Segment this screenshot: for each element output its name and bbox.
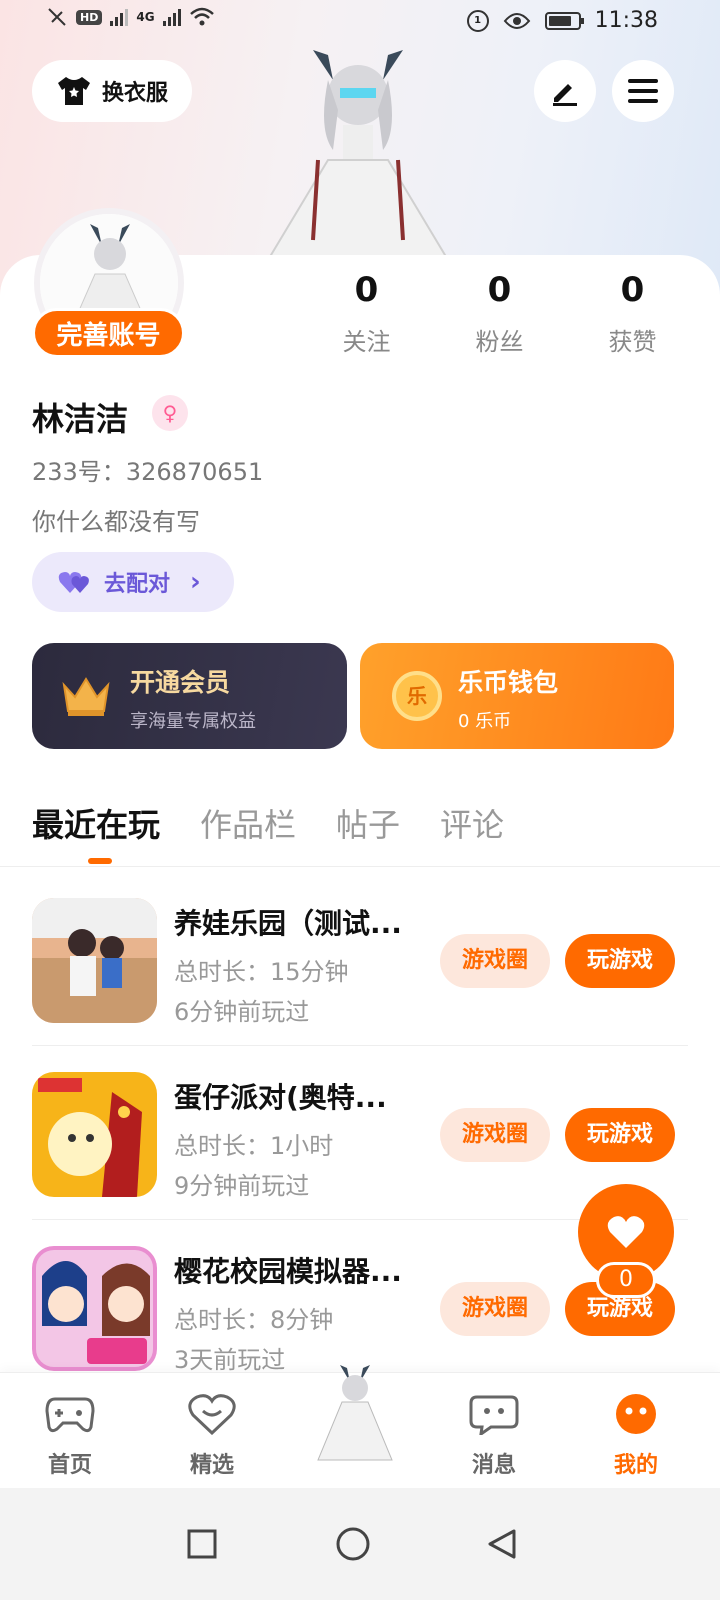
- tab-comments[interactable]: 评论: [440, 800, 504, 846]
- game-circle-button[interactable]: 游戏圈: [440, 934, 550, 988]
- vip-subtitle: 享海量专属权益: [130, 711, 256, 732]
- home-button[interactable]: [323, 1514, 383, 1574]
- game-last-played: 9分钟前玩过: [174, 1172, 310, 1200]
- game-thumbnail: [32, 1072, 157, 1197]
- gamepad-icon: [45, 1397, 95, 1433]
- game-duration: 总时长：1小时: [174, 1132, 334, 1160]
- likes-stat[interactable]: 0 获赞: [566, 270, 699, 357]
- eye-comfort-icon: [503, 12, 530, 29]
- square-icon: [187, 1529, 217, 1559]
- nav-featured[interactable]: 精选: [162, 1393, 262, 1479]
- match-button[interactable]: 去配对 ›: [32, 552, 234, 612]
- signal-icon-2: [162, 8, 181, 26]
- wallet-title: 乐币钱包: [458, 668, 559, 697]
- game-name: 樱花校园模拟器...: [174, 1255, 402, 1288]
- likes-count: 0: [620, 270, 645, 310]
- data-saver-icon: 1: [466, 9, 489, 32]
- triangle-back-icon: [488, 1529, 516, 1559]
- followers-stat[interactable]: 0 粉丝: [433, 270, 566, 357]
- avatar-character-image: [266, 50, 450, 260]
- game-duration: 总时长：8分钟: [174, 1306, 334, 1334]
- wallet-balance: 0 乐币: [458, 711, 512, 732]
- pencil-icon: [553, 84, 577, 106]
- game-circle-button[interactable]: 游戏圈: [440, 1282, 550, 1336]
- crown-icon: [62, 677, 110, 716]
- tshirt-icon: [57, 77, 90, 105]
- followers-label: 粉丝: [475, 328, 524, 356]
- play-game-button[interactable]: 玩游戏: [565, 934, 675, 988]
- game-name: 蛋仔派对(奥特...: [174, 1081, 387, 1114]
- content-tabs: 最近在玩 作品栏 帖子 评论: [32, 800, 504, 846]
- vip-title: 开通会员: [130, 668, 231, 697]
- circle-icon: [336, 1527, 370, 1561]
- list-item[interactable]: 蛋仔派对(奥特... 总时长：1小时 9分钟前玩过 游戏圈 玩游戏: [32, 1046, 688, 1220]
- tab-posts[interactable]: 帖子: [336, 800, 400, 846]
- vip-card[interactable]: 开通会员 享海量专属权益: [32, 643, 347, 749]
- game-last-played: 3天前玩过: [174, 1346, 286, 1374]
- nav-featured-label: 精选: [189, 1453, 234, 1478]
- active-tab-indicator: [88, 858, 112, 864]
- avatar-center-button[interactable]: [300, 1360, 410, 1470]
- following-stat[interactable]: 0 关注: [300, 270, 433, 357]
- heart-bubble-icon: [188, 1394, 236, 1436]
- coin-icon: 乐: [392, 671, 442, 721]
- edit-profile-button[interactable]: [534, 60, 596, 122]
- game-thumbnail: [32, 1246, 157, 1371]
- nav-messages[interactable]: 消息: [444, 1393, 544, 1479]
- nav-home-label: 首页: [47, 1453, 92, 1478]
- back-button[interactable]: [472, 1514, 532, 1574]
- game-last-played: 6分钟前玩过: [174, 998, 310, 1026]
- user-id: 233号：326870651: [32, 458, 264, 486]
- battery-icon: [544, 11, 584, 30]
- game-name: 养娃乐园（测试...: [174, 907, 402, 940]
- nav-me[interactable]: 我的: [586, 1393, 686, 1479]
- match-label: 去配对: [104, 572, 171, 597]
- recents-button[interactable]: [172, 1514, 232, 1574]
- game-duration: 总时长：15分钟: [174, 958, 349, 986]
- profile-stats: 0 关注 0 粉丝 0 获赞: [300, 270, 700, 357]
- nav-home[interactable]: 首页: [20, 1393, 120, 1479]
- change-outfit-label: 换衣服: [101, 81, 168, 106]
- following-count: 0: [354, 270, 379, 310]
- hamburger-icon: [628, 79, 658, 103]
- tab-recently-played[interactable]: 最近在玩: [32, 800, 160, 846]
- followers-count: 0: [487, 270, 512, 310]
- complete-account-badge[interactable]: 完善账号: [32, 308, 185, 358]
- list-item[interactable]: 养娃乐园（测试... 总时长：15分钟 6分钟前玩过 游戏圈 玩游戏: [32, 872, 688, 1046]
- recent-games-list: 养娃乐园（测试... 总时长：15分钟 6分钟前玩过 游戏圈 玩游戏 蛋仔派对(…: [0, 872, 720, 1394]
- heart-icon: [607, 1216, 645, 1248]
- double-heart-icon: [58, 572, 89, 593]
- network-type: 4G: [136, 10, 155, 24]
- wallet-card[interactable]: 乐 乐币钱包 0 乐币: [360, 643, 674, 749]
- signal-icon: [110, 8, 129, 26]
- tab-works[interactable]: 作品栏: [200, 800, 296, 846]
- profile-face-icon: [616, 1394, 656, 1434]
- change-outfit-button[interactable]: 换衣服: [32, 60, 192, 122]
- clock: 11:38: [594, 8, 658, 33]
- chevron-right-icon: ›: [190, 567, 201, 597]
- game-thumbnail: [32, 898, 157, 1023]
- following-label: 关注: [342, 328, 391, 356]
- game-circle-button[interactable]: 游戏圈: [440, 1108, 550, 1162]
- like-count-badge: 0: [596, 1262, 656, 1298]
- tab-divider: [0, 866, 720, 867]
- nav-me-label: 我的: [613, 1453, 658, 1478]
- username: 林洁洁: [32, 400, 129, 438]
- chat-icon: [469, 1395, 519, 1438]
- play-game-button[interactable]: 玩游戏: [565, 1108, 675, 1162]
- bio: 你什么都没有写: [32, 508, 200, 536]
- menu-button[interactable]: [612, 60, 674, 122]
- nav-messages-label: 消息: [471, 1453, 516, 1478]
- wifi-icon: [189, 7, 214, 26]
- likes-label: 获赞: [608, 328, 657, 356]
- system-navigation-bar: [0, 1488, 720, 1600]
- female-icon: ♀: [152, 395, 188, 431]
- hd-icon: HD: [76, 9, 103, 25]
- mute-icon: [48, 8, 66, 26]
